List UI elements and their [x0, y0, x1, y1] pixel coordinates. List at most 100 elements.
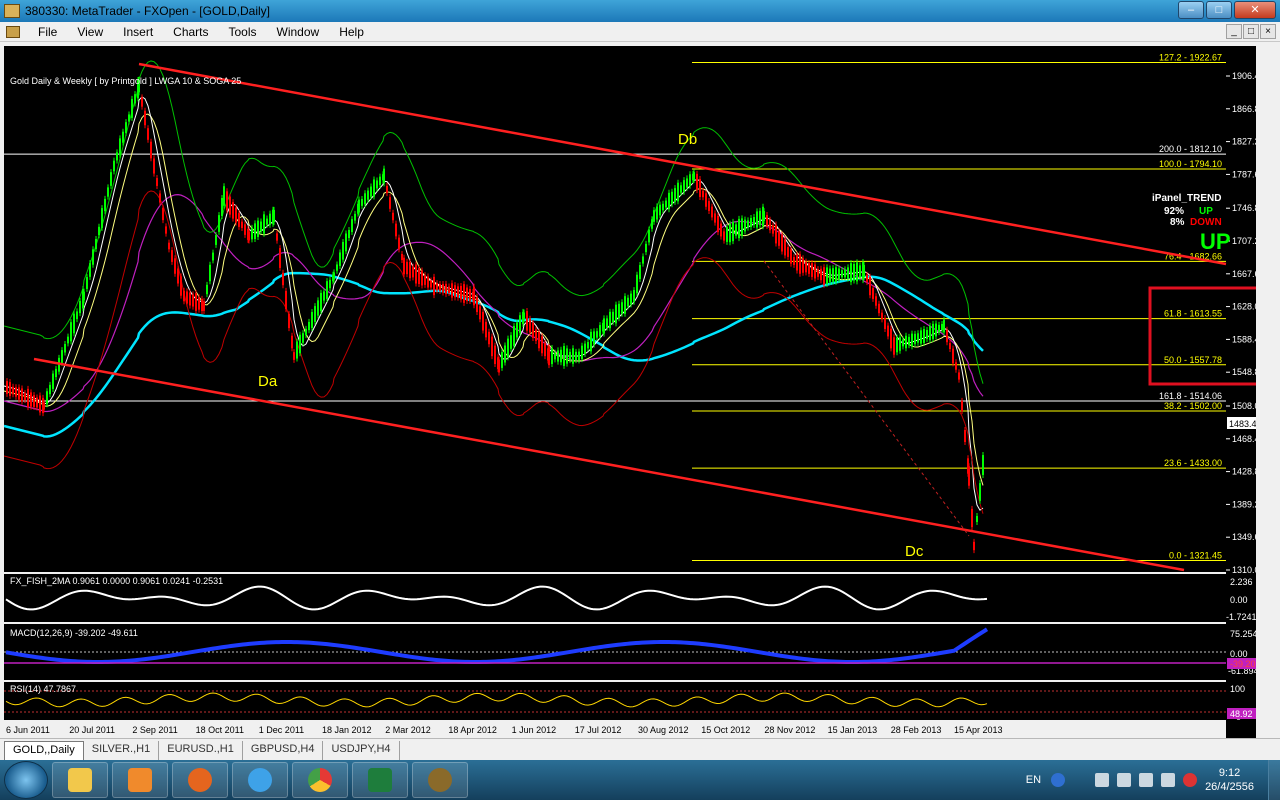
candle-body — [778, 231, 780, 246]
clock[interactable]: 9:12 26/4/2556 — [1205, 766, 1254, 794]
ipanel-up-label: UP — [1199, 206, 1213, 217]
candle-body — [317, 300, 319, 316]
menu-insert[interactable]: Insert — [113, 25, 163, 39]
alert-icon[interactable] — [1183, 773, 1198, 787]
candle-body — [229, 196, 231, 215]
date-tick-label: 2 Sep 2011 — [132, 725, 177, 735]
candle-body — [878, 303, 880, 314]
mdi-close-button[interactable]: × — [1260, 24, 1276, 39]
candle-body — [308, 321, 310, 331]
candle-body — [209, 264, 211, 282]
date-tick-label: 2 Mar 2012 — [385, 725, 431, 735]
candle-body — [581, 345, 583, 360]
candle-body — [238, 213, 240, 227]
firefox-taskbar-button[interactable] — [172, 762, 228, 798]
candle-body — [896, 337, 898, 353]
tab-gold-daily[interactable]: GOLD,,Daily — [4, 741, 84, 760]
candle-body — [282, 272, 284, 286]
start-button[interactable] — [4, 761, 48, 799]
minimize-button[interactable]: – — [1178, 1, 1204, 19]
ie-taskbar-button[interactable] — [232, 762, 288, 798]
candle-body — [52, 373, 54, 389]
menu-charts[interactable]: Charts — [163, 25, 218, 39]
candle-body — [203, 301, 205, 311]
candle-body — [276, 233, 278, 241]
candle-body — [339, 252, 341, 266]
candle-body — [863, 264, 865, 278]
candle-body — [890, 328, 892, 349]
wave-label-dc: Dc — [905, 543, 924, 560]
candle-body — [923, 329, 925, 343]
show-desktop-button[interactable] — [1268, 760, 1280, 800]
price-chart[interactable]: 127.2 - 1922.67 200.0 - 1812.10 100.0 - 17… — [4, 46, 1256, 738]
tab-eurusd-h1[interactable]: EURUSD.,H1 — [159, 741, 243, 760]
power-icon[interactable] — [1139, 773, 1154, 787]
ipanel-up-pct: 92% — [1164, 206, 1184, 217]
candle-body — [311, 312, 313, 328]
candle-body — [958, 372, 960, 380]
mdi-minimize-button[interactable]: _ — [1226, 24, 1242, 39]
close-button[interactable]: ✕ — [1234, 1, 1276, 19]
candle-body — [147, 128, 149, 140]
media-player-taskbar-button[interactable] — [112, 762, 168, 798]
candle-body — [104, 198, 106, 212]
candle-body — [799, 254, 801, 274]
network-icon[interactable] — [1095, 773, 1110, 787]
candle-body — [159, 193, 161, 203]
price-tick-label: 1468.40 — [1232, 434, 1256, 444]
metatrader-taskbar-button[interactable] — [412, 762, 468, 798]
show-hidden-icons-icon[interactable] — [1073, 773, 1087, 787]
candle-body — [624, 296, 626, 314]
candle-body — [763, 211, 765, 221]
language-indicator[interactable]: EN — [1026, 774, 1041, 786]
candle-body — [811, 263, 813, 277]
candle-body — [645, 243, 647, 253]
candle-body — [323, 291, 325, 301]
candle-body — [299, 334, 301, 354]
candle-body — [708, 201, 710, 211]
candle-body — [662, 203, 664, 211]
fish-label: FX_FISH_2MA 0.9061 0.0000 0.9061 0.0241 … — [10, 576, 223, 586]
candle-body — [935, 323, 937, 337]
menu-file[interactable]: File — [28, 25, 67, 39]
candle-body — [55, 368, 57, 378]
tab-gbpusd-h4[interactable]: GBPUSD,H4 — [243, 741, 324, 760]
flag-icon[interactable] — [1117, 773, 1132, 787]
candle-body — [415, 264, 417, 284]
tab-usdjpy-h4[interactable]: USDJPY,H4 — [323, 741, 400, 760]
candle-body — [711, 206, 713, 218]
candle-body — [829, 268, 831, 282]
menu-tools[interactable]: Tools — [219, 25, 267, 39]
chrome-taskbar-button[interactable] — [292, 762, 348, 798]
menu-help[interactable]: Help — [329, 25, 374, 39]
volume-icon[interactable] — [1161, 773, 1176, 787]
candle-body — [615, 304, 617, 324]
candle-body — [473, 286, 475, 306]
ipanel-down-label: DOWN — [1190, 217, 1222, 228]
tab-silver-h1[interactable]: SILVER.,H1 — [84, 741, 160, 760]
excel-icon — [368, 768, 392, 792]
excel-taskbar-button[interactable] — [352, 762, 408, 798]
explorer-taskbar-button[interactable] — [52, 762, 108, 798]
chart-window-icon[interactable] — [6, 25, 20, 38]
candle-body — [627, 297, 629, 307]
candle-body — [772, 225, 774, 234]
candle-body — [198, 297, 200, 310]
candle-body — [796, 254, 798, 271]
menu-window[interactable]: Window — [267, 25, 330, 39]
clock-date: 26/4/2556 — [1205, 781, 1254, 793]
maximize-button[interactable]: □ — [1206, 1, 1232, 19]
mdi-restore-button[interactable]: □ — [1243, 24, 1259, 39]
candle-body — [329, 279, 331, 289]
menu-view[interactable]: View — [67, 25, 113, 39]
candle-body — [113, 160, 115, 172]
fib-level-label: 161.8 - 1514.06 — [1159, 391, 1222, 401]
candle-body — [633, 290, 635, 302]
candle-body — [9, 382, 11, 396]
candle-body — [636, 274, 638, 294]
help-icon[interactable] — [1051, 773, 1066, 787]
price-tick-label: 1548.80 — [1232, 367, 1256, 377]
fish-tick-bot: -1.7241 — [1226, 612, 1256, 622]
fib-level-label: 200.0 - 1812.10 — [1159, 144, 1222, 154]
candle-body — [433, 276, 435, 296]
